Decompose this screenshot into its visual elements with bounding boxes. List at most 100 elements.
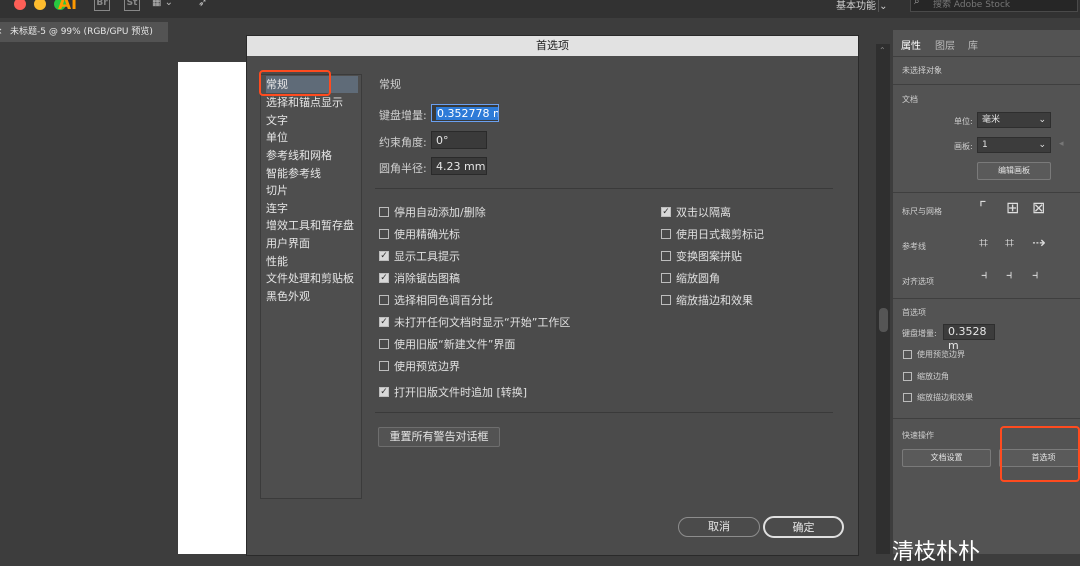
checkbox-select-same-tint[interactable]: 选择相同色调百分比 <box>379 292 493 308</box>
checkbox-double-click-isolate[interactable]: ✓ 双击以隔离 <box>661 204 731 220</box>
align-to-artboard-icon[interactable]: ⫞ <box>1032 268 1039 283</box>
panel-checkbox-scale-strokes[interactable]: 缩放描边和效果 <box>903 392 973 403</box>
checkbox-use-preview-bounds[interactable]: 使用预览边界 <box>379 358 460 374</box>
units-value: 毫米 <box>982 115 1001 125</box>
close-window-button[interactable] <box>14 0 26 10</box>
checkbox-box[interactable] <box>379 361 389 371</box>
artboard-select[interactable]: 1 ⌄ <box>977 137 1051 153</box>
category-user-interface[interactable]: 用户界面 <box>266 235 358 252</box>
chevron-left-icon[interactable]: ◂ <box>1059 139 1064 149</box>
scroll-up-icon[interactable]: ⌃ <box>879 46 886 55</box>
category-performance[interactable]: 性能 <box>266 253 358 270</box>
artboard-canvas[interactable] <box>178 62 248 554</box>
tab-layers[interactable]: 图层 <box>935 37 955 52</box>
category-plugins-scratch-disks[interactable]: 增效工具和暂存盘 <box>266 217 358 234</box>
scrollbar-thumb[interactable] <box>879 308 888 332</box>
category-guides-grid[interactable]: 参考线和网格 <box>266 147 358 164</box>
bridge-button[interactable]: Br <box>94 0 110 11</box>
checkbox-show-start-workspace[interactable]: ✓ 未打开任何文档时显示“开始”工作区 <box>379 314 570 330</box>
keyboard-increment-value: 0.352778 mi <box>436 107 498 120</box>
category-type[interactable]: 文字 <box>266 112 358 129</box>
keyboard-increment-input[interactable]: 0.352778 mi <box>431 104 499 122</box>
panel-checkbox-preview-bounds[interactable]: 使用预览边界 <box>903 349 965 360</box>
checkbox-scale-strokes-effects[interactable]: 缩放描边和效果 <box>661 292 753 308</box>
checkbox-show-tool-tips[interactable]: ✓ 显示工具提示 <box>379 248 460 264</box>
rulers-grids-label: 标尺与网格 <box>902 207 942 216</box>
category-slices[interactable]: 切片 <box>266 182 358 199</box>
checkbox-append-converted[interactable]: ✓ 打开旧版文件时追加 [转换] <box>379 384 527 400</box>
checkbox-box[interactable] <box>903 350 912 359</box>
checkbox-box[interactable] <box>379 229 389 239</box>
align-to-selection-icon[interactable]: ⫞ <box>981 268 988 283</box>
checkbox-japanese-crop-marks[interactable]: 使用日式裁剪标记 <box>661 226 764 242</box>
checkbox-box[interactable] <box>661 251 671 261</box>
document-setup-button[interactable]: 文档设置 <box>902 449 991 467</box>
lock-guides-icon[interactable]: ⌗ <box>1005 233 1014 253</box>
guides-icon[interactable]: ⌗ <box>979 233 988 253</box>
checkbox-anti-aliased-artwork[interactable]: ✓ 消除锯齿图稿 <box>379 270 460 286</box>
checkbox-box[interactable]: ✓ <box>379 273 389 283</box>
checkbox-label: 停用自动添加/删除 <box>394 206 486 219</box>
category-selection-anchor-display[interactable]: 选择和锚点显示 <box>266 94 358 111</box>
units-select[interactable]: 毫米 ⌄ <box>977 112 1051 128</box>
checkbox-scale-corners[interactable]: 缩放圆角 <box>661 270 720 286</box>
tab-properties[interactable]: 属性 <box>901 37 921 52</box>
category-file-handling-clipboard[interactable]: 文件处理和剪贴板 <box>266 270 358 287</box>
workspace-switcher[interactable]: 基本功能 ⌄ <box>836 0 888 12</box>
highlight-annotation <box>1000 426 1080 482</box>
watermark-text: 清枝朴朴 <box>892 540 981 565</box>
align-to-key-object-icon[interactable]: ⫞ <box>1006 268 1013 283</box>
panel-checkbox-scale-corners[interactable]: 缩放边角 <box>903 371 949 382</box>
checkbox-transform-pattern-tiles[interactable]: 变换图案拼贴 <box>661 248 742 264</box>
grid-icon[interactable]: ⊞ <box>1006 198 1019 217</box>
tab-libraries[interactable]: 库 <box>968 37 978 52</box>
checkbox-legacy-new-file[interactable]: 使用旧版“新建文件”界面 <box>379 336 515 352</box>
checkbox-precise-cursors[interactable]: 使用精确光标 <box>379 226 460 242</box>
checkbox-label: 显示工具提示 <box>394 250 460 263</box>
workspace-label: 基本功能 <box>836 1 876 12</box>
checkbox-box[interactable]: ✓ <box>379 387 389 397</box>
ok-button[interactable]: 确定 <box>763 516 844 538</box>
checkbox-disable-auto-add-delete[interactable]: 停用自动添加/删除 <box>379 204 486 220</box>
category-appearance-of-black[interactable]: 黑色外观 <box>266 288 358 305</box>
checkbox-box[interactable]: ✓ <box>379 317 389 327</box>
gpu-performance-icon[interactable]: ➶ <box>198 0 207 9</box>
checkbox-box[interactable]: ✓ <box>661 207 671 217</box>
checkbox-box[interactable] <box>379 339 389 349</box>
keyboard-increment-label: 键盘增量: <box>379 109 427 122</box>
close-tab-icon[interactable]: × <box>0 22 3 42</box>
document-tab[interactable]: × 未标题-5 @ 99% (RGB/GPU 预览) <box>0 22 168 42</box>
checkbox-label: 使用旧版“新建文件”界面 <box>394 338 516 351</box>
transparency-grid-icon[interactable]: ⊠ <box>1032 198 1045 217</box>
checkbox-box[interactable] <box>379 207 389 217</box>
checkbox-box[interactable] <box>903 393 912 402</box>
cancel-button[interactable]: 取消 <box>678 517 760 537</box>
category-hyphenation[interactable]: 连字 <box>266 200 358 217</box>
reset-warnings-button[interactable]: 重置所有警告对话框 <box>378 427 500 447</box>
constrain-angle-input[interactable]: 0° <box>431 131 487 149</box>
checkbox-box[interactable] <box>379 295 389 305</box>
stock-search-input[interactable]: 搜索 Adobe Stock <box>910 0 1078 12</box>
stock-button[interactable]: St <box>124 0 140 11</box>
preferences-dialog: 首选项 常规 选择和锚点显示 文字 单位 参考线和网格 智能参考线 切片 连字 … <box>246 35 859 556</box>
ruler-icon[interactable]: ⌜ <box>979 198 987 217</box>
edit-artboards-button[interactable]: 编辑画板 <box>977 162 1051 180</box>
vertical-scrollbar[interactable] <box>876 44 890 554</box>
checkbox-box[interactable]: ✓ <box>379 251 389 261</box>
checkbox-box[interactable] <box>661 273 671 283</box>
checkbox-box[interactable] <box>903 372 912 381</box>
checkbox-label: 打开旧版文件时追加 [转换] <box>394 386 528 399</box>
panel-divider <box>893 192 1080 193</box>
corner-radius-input[interactable]: 4.23 mm <box>431 157 487 175</box>
category-units[interactable]: 单位 <box>266 129 358 146</box>
checkbox-box[interactable] <box>661 295 671 305</box>
checkbox-label: 选择相同色调百分比 <box>394 294 493 307</box>
smart-guides-icon[interactable]: ⇢ <box>1032 233 1045 252</box>
category-smart-guides[interactable]: 智能参考线 <box>266 165 358 182</box>
arrange-documents-icon[interactable]: ▦ ⌄ <box>152 0 173 8</box>
checkbox-box[interactable] <box>661 229 671 239</box>
minimize-window-button[interactable] <box>34 0 46 10</box>
dialog-title: 首选项 <box>247 36 858 56</box>
document-section-label: 文档 <box>902 95 918 104</box>
panel-keyboard-increment-input[interactable]: 0.3528 m <box>943 324 995 352</box>
